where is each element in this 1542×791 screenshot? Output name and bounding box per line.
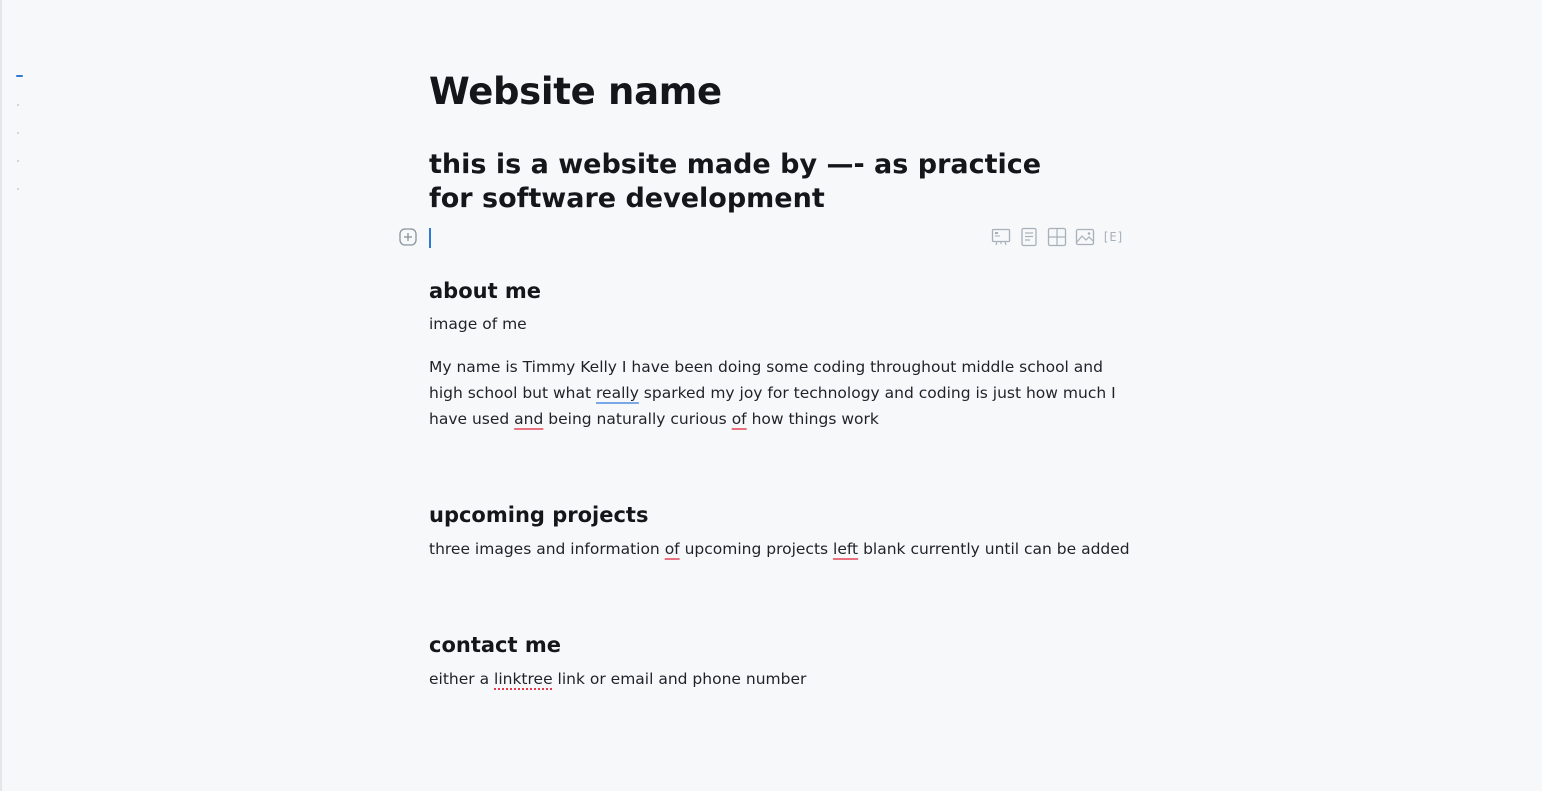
image-icon <box>1075 228 1095 246</box>
outline-marker-projects[interactable] <box>17 160 19 162</box>
about-line-1: My name is Timmy Kelly I have been doing… <box>429 358 1103 376</box>
outline-marker-title[interactable] <box>16 75 23 77</box>
document-title[interactable]: Website name <box>429 70 722 113</box>
presentation-icon <box>991 228 1011 246</box>
text-cursor <box>429 228 431 248</box>
grammar-flag-left[interactable]: left <box>833 540 858 558</box>
table-grid-icon <box>1047 227 1067 247</box>
about-text-3e: how things work <box>746 410 879 428</box>
plus-circle-icon <box>399 228 417 246</box>
projects-text-c: upcoming projects <box>679 540 834 558</box>
grammar-flag-of[interactable]: of <box>732 410 747 428</box>
projects-paragraph[interactable]: three images and information of upcoming… <box>429 536 1130 562</box>
contact-text-c: link or email and phone number <box>552 670 807 688</box>
contact-text-a: either a <box>429 670 495 688</box>
outline-marker-contact[interactable] <box>17 188 19 190</box>
insert-document-button[interactable] <box>1019 227 1039 247</box>
grammar-flag-of-projects[interactable]: of <box>665 540 680 558</box>
outline-marker-about[interactable] <box>17 132 19 134</box>
contact-paragraph[interactable]: either a linktree link or email and phon… <box>429 666 806 692</box>
embed-icon: [E] <box>1102 230 1124 244</box>
add-block-button[interactable] <box>399 228 417 246</box>
insert-embed-button[interactable]: [E] <box>1102 227 1124 247</box>
insert-table-button[interactable] <box>1047 227 1067 247</box>
block-insert-toolbar: [E] <box>991 227 1124 249</box>
outline-marker-subtitle[interactable] <box>17 104 19 106</box>
about-text-2a: high school but what <box>429 384 597 402</box>
projects-heading[interactable]: upcoming projects <box>429 503 648 527</box>
spelling-flag-linktree[interactable]: linktree <box>494 670 553 688</box>
about-text-3c: being naturally curious <box>543 410 732 428</box>
about-text-3a: have used <box>429 410 515 428</box>
about-image-note[interactable]: image of me <box>429 311 527 337</box>
about-text-2c: sparked my joy for technology and coding… <box>638 384 1116 402</box>
projects-text-e: blank currently until can be added <box>858 540 1130 558</box>
document-icon <box>1021 227 1037 247</box>
window-left-border <box>0 0 2 791</box>
contact-heading[interactable]: contact me <box>429 633 561 657</box>
document-subtitle[interactable]: this is a website made by —- as practice… <box>429 148 1049 216</box>
projects-text-a: three images and information <box>429 540 665 558</box>
about-paragraph[interactable]: My name is Timmy Kelly I have been doing… <box>429 354 1129 432</box>
grammar-flag-really[interactable]: really <box>596 384 639 402</box>
about-line-2: high school but what really sparked my j… <box>429 384 1116 402</box>
grammar-flag-and[interactable]: and <box>514 410 543 428</box>
about-heading[interactable]: about me <box>429 279 541 303</box>
insert-presentation-button[interactable] <box>991 227 1011 247</box>
insert-image-button[interactable] <box>1075 227 1095 247</box>
about-line-3: have used and being naturally curious of… <box>429 410 879 428</box>
